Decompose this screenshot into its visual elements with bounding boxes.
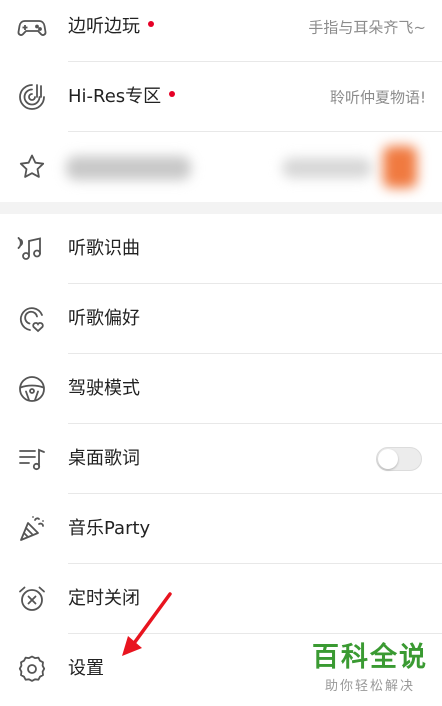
alarm-clock-icon [17, 584, 47, 614]
new-badge-dot [148, 21, 154, 27]
menu-item-desktop-lyrics[interactable]: 桌面歌词 [0, 424, 442, 494]
menu-item-listening-preference[interactable]: 听歌偏好 [0, 284, 442, 354]
gear-icon [17, 654, 47, 684]
menu-label: 桌面歌词 [68, 448, 140, 469]
hires-disc-icon [17, 82, 47, 112]
menu-item-play-while-listening[interactable]: 边听边玩 手指与耳朵齐飞~ [0, 0, 442, 62]
watermark-subtitle: 助你轻松解决 [324, 679, 415, 694]
menu-label: 边听边玩 [68, 18, 154, 36]
blurred-content [66, 156, 191, 180]
menu-label: 听歌识曲 [68, 238, 140, 259]
menu-label: 设置 [68, 658, 104, 679]
menu-item-hires[interactable]: Hi-Res专区 聆听仲夏物语! [0, 62, 442, 132]
menu-item-blurred[interactable] [0, 132, 442, 202]
menu-subtitle: 手指与耳朵齐飞~ [308, 18, 426, 37]
section-separator [0, 202, 442, 214]
watermark-title: 百科全说 [312, 642, 428, 674]
watermark: 百科全说 助你轻松解决 [312, 643, 428, 694]
menu-label: 听歌偏好 [68, 308, 140, 329]
toggle-knob [378, 449, 398, 469]
lyrics-icon [17, 444, 47, 474]
new-badge-dot [169, 91, 176, 97]
steering-wheel-icon [17, 374, 47, 404]
blurred-thumbnail [383, 146, 417, 188]
menu-item-sleep-timer[interactable]: 定时关闭 [0, 564, 442, 634]
menu-label: 驾驶模式 [68, 378, 140, 399]
red-arrow-annotation [122, 592, 172, 656]
menu-item-song-recognition[interactable]: 听歌识曲 [0, 214, 442, 284]
star-icon [17, 152, 47, 182]
preference-heart-icon [17, 304, 47, 334]
party-cone-icon [17, 514, 47, 544]
menu-label: Hi-Res专区 [68, 88, 176, 106]
menu-subtitle: 聆听仲夏物语! [329, 88, 426, 107]
music-recognize-icon [17, 234, 47, 264]
gamepad-icon [17, 12, 47, 42]
menu-item-driving-mode[interactable]: 驾驶模式 [0, 354, 442, 424]
menu-label: 音乐Party [68, 518, 151, 539]
sidebar-menu-screen: 边听边玩 手指与耳朵齐飞~ Hi-Res专区 聆听仲夏物语! 听歌识曲 听歌偏好… [0, 0, 442, 706]
desktop-lyrics-toggle[interactable] [376, 447, 422, 471]
menu-item-music-party[interactable]: 音乐Party [0, 494, 442, 564]
blurred-content [282, 158, 372, 178]
